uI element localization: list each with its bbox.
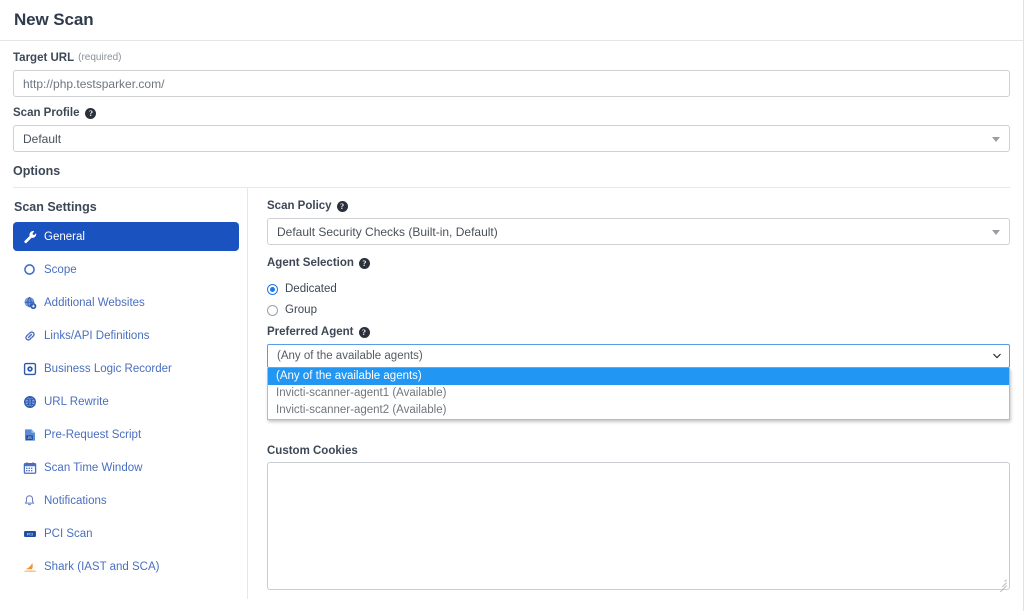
- chevron-down-icon: [993, 353, 1001, 359]
- record-square-icon: [22, 361, 37, 376]
- help-icon[interactable]: ?: [336, 200, 348, 212]
- radio-option-group[interactable]: Group: [267, 300, 1010, 320]
- sidebar-item-pci-scan[interactable]: PCI PCI Scan: [13, 519, 239, 548]
- svg-text:JS: JS: [27, 436, 32, 440]
- radio-dedicated-input[interactable]: [267, 283, 278, 295]
- new-scan-page: New Scan Target URL (required) http://ph…: [0, 0, 1024, 611]
- custom-cookies-textarea[interactable]: [267, 462, 1010, 593]
- help-icon[interactable]: ?: [358, 257, 370, 269]
- circle-scope-icon: [22, 262, 37, 277]
- radio-group-label: Group: [285, 304, 317, 316]
- sidebar-item-label: Scan Time Window: [44, 461, 143, 474]
- target-url-label-text: Target URL: [13, 52, 75, 64]
- scan-profile-label: Scan Profile ?: [13, 106, 1010, 120]
- scan-profile-label-text: Scan Profile: [13, 107, 80, 119]
- dropdown-option[interactable]: Invicti-scanner-agent1 (Available): [268, 385, 1009, 402]
- radio-option-dedicated[interactable]: Dedicated: [267, 279, 1010, 299]
- options-heading: Options: [13, 164, 61, 178]
- target-url-required-note: (required): [78, 52, 122, 63]
- resize-handle-icon[interactable]: [997, 577, 1007, 593]
- general-settings-panel: Scan Policy ? Default Security Checks (B…: [248, 188, 1023, 599]
- shark-fin-icon: [22, 559, 37, 574]
- js-script-icon: JS: [22, 427, 37, 442]
- chevron-down-icon: [992, 136, 1000, 142]
- sidebar-item-label: URL Rewrite: [44, 395, 109, 408]
- scan-profile-value: Default: [23, 131, 62, 146]
- sidebar-item-label: Links/API Definitions: [44, 329, 150, 342]
- scan-profile-select[interactable]: Default: [13, 125, 1010, 152]
- sidebar-item-notifications[interactable]: Notifications: [13, 486, 239, 515]
- bell-icon: [22, 493, 37, 508]
- page-title: New Scan: [14, 10, 94, 29]
- preferred-agent-label-text: Preferred Agent: [267, 326, 354, 338]
- sidebar-item-business-logic-recorder[interactable]: Business Logic Recorder: [13, 354, 239, 383]
- preferred-agent-select[interactable]: (Any of the available agents): [267, 344, 1010, 368]
- agent-selection-label-text: Agent Selection: [267, 257, 354, 269]
- sidebar-item-label: Notifications: [44, 494, 107, 507]
- help-icon[interactable]: ?: [85, 107, 97, 119]
- preferred-agent-dropdown-list[interactable]: (Any of the available agents) Invicti-sc…: [267, 368, 1010, 420]
- target-url-value: http://php.testsparker.com/: [23, 76, 165, 91]
- link-chain-icon: [22, 328, 37, 343]
- scan-policy-value: Default Security Checks (Built-in, Defau…: [277, 224, 498, 239]
- radio-dedicated-label: Dedicated: [285, 283, 337, 295]
- pci-card-icon: PCI: [22, 526, 37, 541]
- sidebar-item-url-rewrite[interactable]: URL Rewrite: [13, 387, 239, 416]
- sidebar-item-label: Pre-Request Script: [44, 428, 142, 441]
- preferred-agent-value: (Any of the available agents): [277, 350, 423, 362]
- sidebar-item-label: Shark (IAST and SCA): [44, 560, 160, 573]
- globe-add-icon: [22, 295, 37, 310]
- sidebar-item-general[interactable]: General: [13, 222, 239, 251]
- radio-group-input[interactable]: [267, 304, 278, 316]
- scan-policy-label-text: Scan Policy: [267, 200, 332, 212]
- sidebar-item-links-api-definitions[interactable]: Links/API Definitions: [13, 321, 239, 350]
- page-header: New Scan: [0, 0, 1023, 41]
- custom-cookies-label: Custom Cookies: [267, 445, 358, 457]
- scan-policy-select[interactable]: Default Security Checks (Built-in, Defau…: [267, 218, 1010, 245]
- scan-policy-label: Scan Policy ?: [267, 199, 1010, 213]
- target-url-label: Target URL (required): [13, 51, 1010, 65]
- body-split: Scan Settings General Scope Additional W…: [0, 188, 1023, 599]
- svg-text:PCI: PCI: [26, 532, 32, 536]
- calendar-icon: [22, 460, 37, 475]
- preferred-agent-select-wrap: (Any of the available agents) (Any of th…: [267, 344, 1010, 420]
- help-icon[interactable]: ?: [358, 326, 370, 338]
- preferred-agent-label: Preferred Agent ?: [267, 325, 1010, 339]
- sidebar-item-label: General: [44, 230, 85, 243]
- sidebar-item-additional-websites[interactable]: Additional Websites: [13, 288, 239, 317]
- sidebar-item-scan-time-window[interactable]: Scan Time Window: [13, 453, 239, 482]
- globe-rewrite-icon: [22, 394, 37, 409]
- chevron-down-icon: [992, 229, 1000, 235]
- dropdown-option[interactable]: (Any of the available agents): [268, 368, 1009, 385]
- sidebar-item-pre-request-script[interactable]: JS Pre-Request Script: [13, 420, 239, 449]
- agent-selection-label: Agent Selection ?: [267, 256, 1010, 270]
- sidebar-item-label: Additional Websites: [44, 296, 145, 309]
- dropdown-option[interactable]: Invicti-scanner-agent2 (Available): [268, 402, 1009, 419]
- wrench-icon: [22, 229, 37, 244]
- sidebar-item-scope[interactable]: Scope: [13, 255, 239, 284]
- sidebar-item-label: Scope: [44, 263, 77, 276]
- sidebar-item-label: PCI Scan: [44, 527, 93, 540]
- sidebar-item-shark[interactable]: Shark (IAST and SCA): [13, 552, 239, 581]
- top-form-region: Target URL (required) http://php.testspa…: [0, 41, 1023, 152]
- sidebar-item-label: Business Logic Recorder: [44, 362, 172, 375]
- scan-settings-sidebar: Scan Settings General Scope Additional W…: [0, 188, 248, 599]
- target-url-input[interactable]: http://php.testsparker.com/: [13, 70, 1010, 97]
- sidebar-title: Scan Settings: [14, 200, 97, 214]
